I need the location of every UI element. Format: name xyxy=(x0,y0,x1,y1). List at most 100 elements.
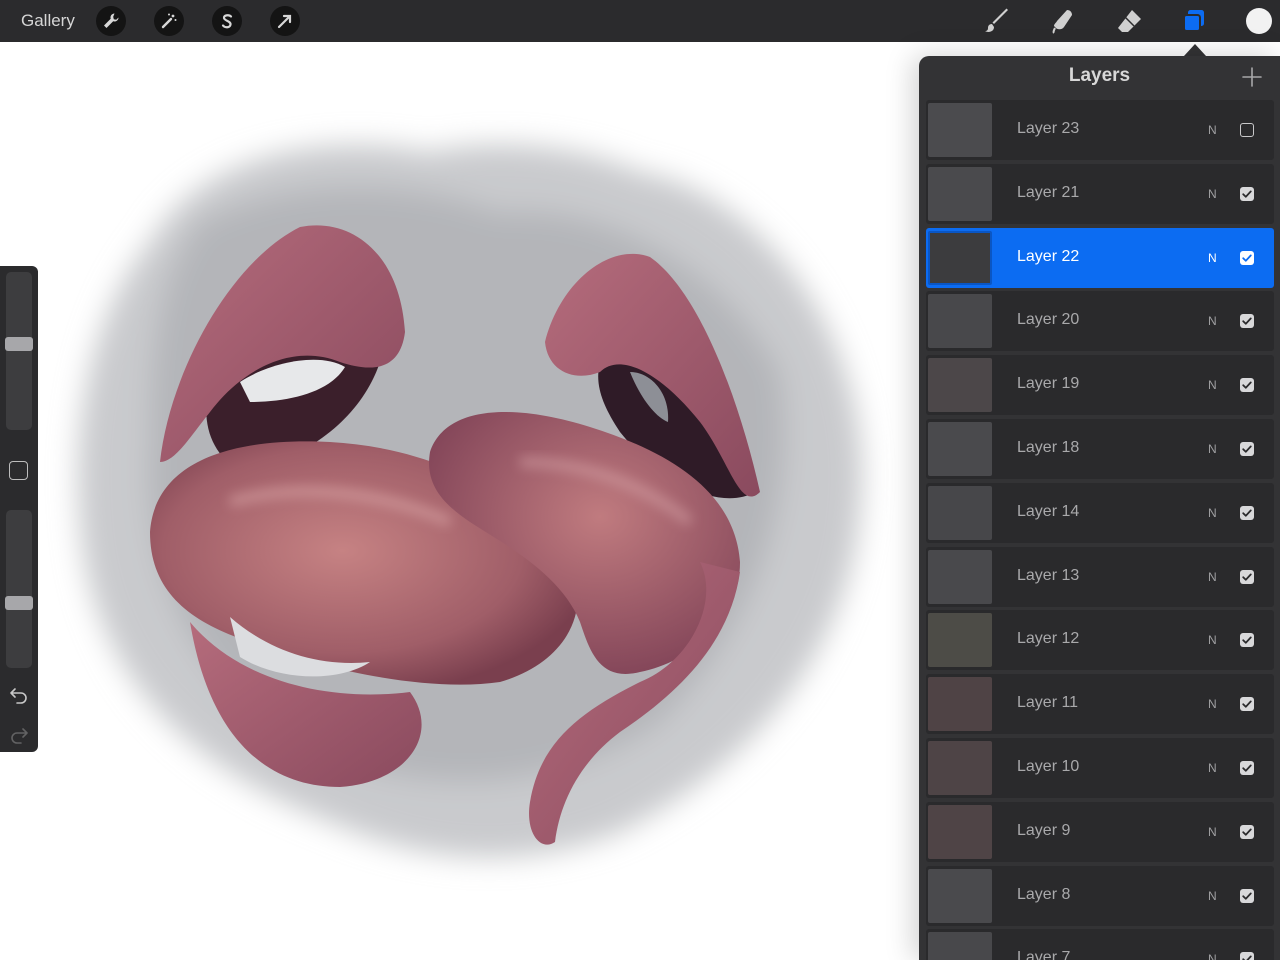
layer-thumbnail[interactable] xyxy=(928,868,992,923)
layer-name: Layer 23 xyxy=(1017,120,1080,137)
visibility-checkbox[interactable] xyxy=(1240,250,1254,265)
layer-thumbnail[interactable] xyxy=(928,294,992,349)
layer-row[interactable]: Layer 21 N xyxy=(926,163,1274,224)
brush-size-slider[interactable] xyxy=(5,272,33,430)
visibility-checkbox[interactable] xyxy=(1240,123,1254,137)
check-icon xyxy=(1242,445,1252,453)
opacity-thumb[interactable] xyxy=(5,596,33,611)
panel-pointer xyxy=(1184,44,1206,56)
layer-row[interactable]: Layer 20 N xyxy=(926,291,1274,352)
add-layer-button[interactable] xyxy=(1241,66,1263,88)
gallery-button[interactable]: Gallery xyxy=(21,11,75,31)
smudge-icon xyxy=(1052,10,1072,34)
blend-mode-button[interactable]: N xyxy=(1208,378,1217,392)
check-icon xyxy=(1242,573,1252,581)
layer-name: Layer 14 xyxy=(1017,502,1080,520)
blend-mode-button[interactable]: N xyxy=(1208,314,1217,328)
layer-row[interactable]: Layer 12 N xyxy=(926,610,1274,671)
layer-thumbnail[interactable] xyxy=(928,230,992,285)
check-icon xyxy=(1242,892,1252,900)
blend-mode-button[interactable]: N xyxy=(1208,761,1217,775)
brush-tool-button[interactable] xyxy=(981,5,1013,37)
visibility-checkbox[interactable] xyxy=(1240,314,1254,329)
blend-mode-button[interactable]: N xyxy=(1208,251,1217,265)
selection-button[interactable] xyxy=(212,6,242,36)
layer-name: Layer 18 xyxy=(1017,439,1080,456)
blend-mode-button[interactable]: N xyxy=(1208,889,1217,903)
visibility-checkbox[interactable] xyxy=(1240,569,1254,584)
visibility-checkbox[interactable] xyxy=(1240,824,1254,839)
visibility-checkbox[interactable] xyxy=(1240,633,1254,648)
visibility-checkbox[interactable] xyxy=(1240,186,1254,201)
layer-name: Layer 10 xyxy=(1017,758,1080,775)
blend-mode-button[interactable]: N xyxy=(1208,952,1217,960)
visibility-checkbox[interactable] xyxy=(1240,378,1254,393)
blend-mode-button[interactable]: N xyxy=(1208,825,1217,839)
redo-button[interactable] xyxy=(9,724,29,744)
adjustments-button[interactable] xyxy=(154,6,184,36)
layer-row[interactable]: Layer 23 N xyxy=(926,100,1274,160)
visibility-checkbox[interactable] xyxy=(1240,442,1254,456)
eraser-icon xyxy=(1118,10,1141,32)
eraser-tool-button[interactable] xyxy=(1113,5,1145,37)
layer-thumbnail[interactable] xyxy=(928,358,992,413)
layer-row[interactable]: Layer 9 N xyxy=(926,801,1274,862)
color-picker-button[interactable] xyxy=(1246,8,1272,34)
layer-row[interactable]: Layer 7 N xyxy=(926,929,1274,960)
panel-title: Layers xyxy=(1068,65,1131,86)
visibility-checkbox[interactable] xyxy=(1240,505,1254,520)
layer-thumbnail[interactable] xyxy=(928,549,992,604)
blend-mode-button[interactable]: N xyxy=(1208,633,1217,647)
modify-button[interactable] xyxy=(9,461,28,480)
layer-row[interactable]: Layer 22 N xyxy=(926,227,1274,288)
blend-mode-button[interactable]: N xyxy=(1208,187,1217,201)
layer-thumbnail[interactable] xyxy=(928,166,992,221)
layer-thumbnail[interactable] xyxy=(928,422,992,476)
visibility-checkbox[interactable] xyxy=(1240,761,1254,775)
layer-name: Layer 9 xyxy=(1017,821,1071,839)
layer-row[interactable]: Layer 11 N xyxy=(926,674,1274,735)
visibility-checkbox[interactable] xyxy=(1240,952,1254,960)
brush-size-thumb[interactable] xyxy=(5,336,33,351)
opacity-slider[interactable] xyxy=(5,510,33,668)
actions-button[interactable] xyxy=(96,6,126,36)
blend-mode-button[interactable]: N xyxy=(1208,442,1217,456)
layers-tool-button[interactable] xyxy=(1178,5,1210,37)
arrow-transform-icon xyxy=(277,14,292,29)
blend-mode-button[interactable]: N xyxy=(1208,506,1217,520)
visibility-checkbox[interactable] xyxy=(1240,888,1254,903)
check-icon xyxy=(1242,317,1252,326)
layer-row[interactable]: Layer 19 N xyxy=(926,355,1274,416)
layer-name: Layer 21 xyxy=(1017,183,1080,201)
top-toolbar: Gallery xyxy=(0,0,1280,42)
brush-icon xyxy=(985,8,1008,32)
layer-name: Layer 13 xyxy=(1017,566,1080,584)
undo-button[interactable] xyxy=(9,684,29,704)
layer-row[interactable]: Layer 13 N xyxy=(926,546,1274,607)
blend-mode-button[interactable]: N xyxy=(1208,697,1217,711)
blend-mode-button[interactable]: N xyxy=(1208,570,1217,584)
layer-row[interactable]: Layer 10 N xyxy=(926,738,1274,798)
layer-row[interactable]: Layer 18 N xyxy=(926,419,1274,479)
layer-thumbnail[interactable] xyxy=(928,485,992,540)
layer-thumbnail[interactable] xyxy=(928,741,992,795)
check-icon xyxy=(1242,190,1252,198)
check-icon xyxy=(1242,955,1252,960)
layer-name: Layer 8 xyxy=(1017,885,1071,903)
layer-thumbnail[interactable] xyxy=(928,932,992,960)
layer-thumbnail[interactable] xyxy=(928,677,992,732)
layer-thumbnail[interactable] xyxy=(928,103,992,157)
layer-row[interactable]: Layer 8 N xyxy=(926,865,1274,926)
smudge-tool-button[interactable] xyxy=(1047,5,1079,37)
layer-row[interactable]: Layer 14 N xyxy=(926,482,1274,543)
layer-thumbnail[interactable] xyxy=(928,613,992,668)
layer-name: Layer 7 xyxy=(1017,949,1071,960)
check-icon xyxy=(1242,700,1252,708)
visibility-checkbox[interactable] xyxy=(1240,697,1254,712)
layer-thumbnail[interactable] xyxy=(928,804,992,859)
wrench-icon xyxy=(104,13,119,28)
blend-mode-button[interactable]: N xyxy=(1208,123,1217,137)
transform-button[interactable] xyxy=(270,6,300,36)
check-icon xyxy=(1242,828,1252,836)
layer-name: Layer 11 xyxy=(1017,694,1079,712)
